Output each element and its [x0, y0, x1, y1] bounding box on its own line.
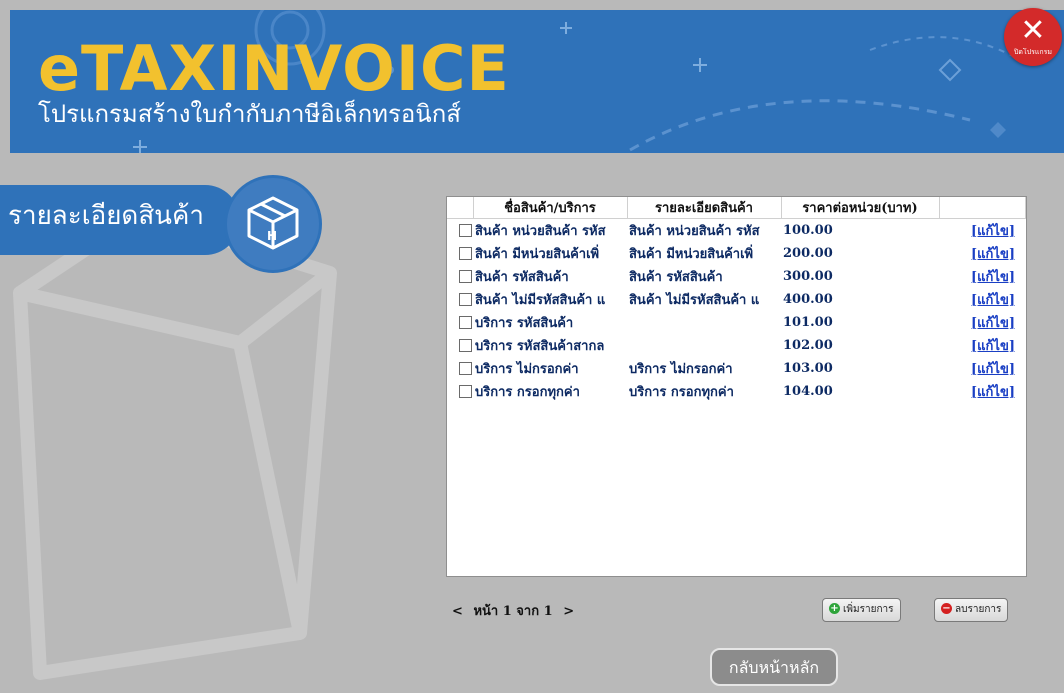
add-item-label: เพิ่มรายการ	[843, 604, 894, 615]
edit-link[interactable]: [แก้ไข]	[971, 224, 1015, 239]
row-checkbox[interactable]	[459, 270, 472, 283]
edit-cell: [แก้ไข]	[939, 357, 1025, 380]
product-detail-cell: สินค้า รหัสสินค้า	[629, 270, 723, 285]
page-indicator: หน้า 1 จาก 1	[473, 604, 553, 619]
edit-cell: [แก้ไข]	[939, 288, 1025, 311]
table-row[interactable]: บริการ กรอกทุกค่า บริการ กรอกทุกค่า 104.00…	[447, 380, 1025, 403]
back-to-home-button[interactable]: กลับหน้าหลัก	[710, 648, 838, 686]
row-checkbox[interactable]	[459, 293, 472, 306]
delete-item-button[interactable]: − ลบรายการ	[934, 598, 1009, 622]
column-header-edit	[939, 197, 1026, 219]
product-detail-cell: สินค้า มีหน่วยสินค้าเพิ่	[629, 247, 754, 262]
column-header-name[interactable]: ชื่อสินค้า/บริการ	[473, 197, 628, 219]
table-header-row: ชื่อสินค้า/บริการ รายละเอียดสินค้า ราคาต…	[447, 197, 1026, 219]
edit-link[interactable]: [แก้ไข]	[971, 362, 1015, 377]
edit-link[interactable]: [แก้ไข]	[971, 247, 1015, 262]
row-checkbox[interactable]	[459, 247, 472, 260]
table-row[interactable]: สินค้า หน่วยสินค้า รหัส สินค้า หน่วยสินค้…	[447, 219, 1025, 243]
edit-link[interactable]: [แก้ไข]	[971, 385, 1015, 400]
unit-price-cell: 400.00	[783, 292, 833, 307]
product-name-cell: สินค้า หน่วยสินค้า รหัส	[475, 224, 606, 239]
delete-item-label: ลบรายการ	[955, 604, 1002, 615]
edit-cell: [แก้ไข]	[939, 242, 1025, 265]
product-name-cell: บริการ รหัสสินค้า	[475, 316, 574, 331]
edit-link[interactable]: [แก้ไข]	[971, 270, 1015, 285]
row-select-cell	[447, 265, 473, 288]
edit-link[interactable]: [แก้ไข]	[971, 316, 1015, 331]
section-title: รายละเอียดสินค้า	[8, 201, 204, 231]
product-table: ชื่อสินค้า/บริการ รายละเอียดสินค้า ราคาต…	[447, 197, 1026, 403]
row-checkbox[interactable]	[459, 339, 472, 352]
product-detail-cell: บริการ กรอกทุกค่า	[629, 385, 734, 400]
product-detail-cell	[627, 311, 781, 334]
row-select-cell	[447, 357, 473, 380]
edit-cell: [แก้ไข]	[939, 265, 1025, 288]
product-name-cell: บริการ รหัสสินค้าสากล	[475, 339, 605, 354]
row-checkbox[interactable]	[459, 385, 472, 398]
row-select-cell	[447, 311, 473, 334]
row-select-cell	[447, 288, 473, 311]
row-select-cell	[447, 334, 473, 357]
plus-icon: +	[829, 602, 840, 614]
svg-text:H: H	[267, 229, 277, 243]
edit-link[interactable]: [แก้ไข]	[971, 293, 1015, 308]
pagination: < หน้า 1 จาก 1 >	[452, 600, 580, 621]
product-name-cell: สินค้า ไม่มีรหัสสินค้า แ	[475, 293, 606, 308]
product-name-cell: บริการ ไม่กรอกค่า	[475, 362, 579, 377]
product-name-cell: สินค้า รหัสสินค้า	[475, 270, 569, 285]
prev-page-button[interactable]: <	[452, 604, 463, 619]
row-checkbox[interactable]	[459, 224, 472, 237]
product-detail-cell: สินค้า หน่วยสินค้า รหัส	[629, 224, 760, 239]
logo-subtitle: โปรแกรมสร้างใบกำกับภาษีอิเล็กทรอนิกส์	[38, 100, 461, 128]
product-list-panel: ชื่อสินค้า/บริการ รายละเอียดสินค้า ราคาต…	[446, 196, 1027, 577]
unit-price-cell: 102.00	[783, 338, 833, 353]
minus-icon: −	[941, 602, 952, 614]
row-select-cell	[447, 219, 473, 243]
product-detail-cell: บริการ ไม่กรอกค่า	[629, 362, 733, 377]
edit-cell: [แก้ไข]	[939, 219, 1025, 243]
row-select-cell	[447, 242, 473, 265]
logo-title: eTAXINVOICE	[38, 32, 510, 105]
header-banner: eTAXINVOICE โปรแกรมสร้างใบกำกับภาษีอิเล็…	[10, 10, 1064, 153]
table-row[interactable]: บริการ รหัสสินค้า 101.00 [แก้ไข]	[447, 311, 1025, 334]
table-row[interactable]: บริการ ไม่กรอกค่า บริการ ไม่กรอกค่า 103.00…	[447, 357, 1025, 380]
row-checkbox[interactable]	[459, 316, 472, 329]
unit-price-cell: 100.00	[783, 223, 833, 238]
edit-cell: [แก้ไข]	[939, 311, 1025, 334]
row-checkbox[interactable]	[459, 362, 472, 375]
edit-cell: [แก้ไข]	[939, 334, 1025, 357]
close-icon: ✕	[1020, 13, 1046, 48]
section-title-banner: รายละเอียดสินค้า	[0, 185, 240, 255]
edit-cell: [แก้ไข]	[939, 380, 1025, 403]
table-row[interactable]: สินค้า มีหน่วยสินค้าเพิ่ สินค้า มีหน่วยสิ…	[447, 242, 1025, 265]
column-header-price[interactable]: ราคาต่อหน่วย(บาท)	[781, 197, 940, 219]
column-header-detail[interactable]: รายละเอียดสินค้า	[627, 197, 782, 219]
unit-price-cell: 103.00	[783, 361, 833, 376]
column-header-select	[447, 197, 474, 219]
unit-price-cell: 101.00	[783, 315, 833, 330]
row-select-cell	[447, 380, 473, 403]
table-row[interactable]: สินค้า รหัสสินค้า สินค้า รหัสสินค้า 300.00…	[447, 265, 1025, 288]
table-row[interactable]: บริการ รหัสสินค้าสากล 102.00 [แก้ไข]	[447, 334, 1025, 357]
close-program-button[interactable]: ✕ ปิดโปรแกรม	[1004, 8, 1062, 66]
close-program-label: ปิดโปรแกรม	[1013, 48, 1053, 56]
product-name-cell: สินค้า มีหน่วยสินค้าเพิ่	[475, 247, 600, 262]
product-detail-cell: สินค้า ไม่มีรหัสสินค้า แ	[629, 293, 760, 308]
unit-price-cell: 300.00	[783, 269, 833, 284]
unit-price-cell: 200.00	[783, 246, 833, 261]
unit-price-cell: 104.00	[783, 384, 833, 399]
product-detail-cell	[627, 334, 781, 357]
box-icon: H	[224, 175, 322, 273]
table-row[interactable]: สินค้า ไม่มีรหัสสินค้า แ สินค้า ไม่มีรหัส…	[447, 288, 1025, 311]
add-item-button[interactable]: + เพิ่มรายการ	[822, 598, 901, 622]
edit-link[interactable]: [แก้ไข]	[971, 339, 1015, 354]
product-name-cell: บริการ กรอกทุกค่า	[475, 385, 580, 400]
next-page-button[interactable]: >	[563, 604, 574, 619]
